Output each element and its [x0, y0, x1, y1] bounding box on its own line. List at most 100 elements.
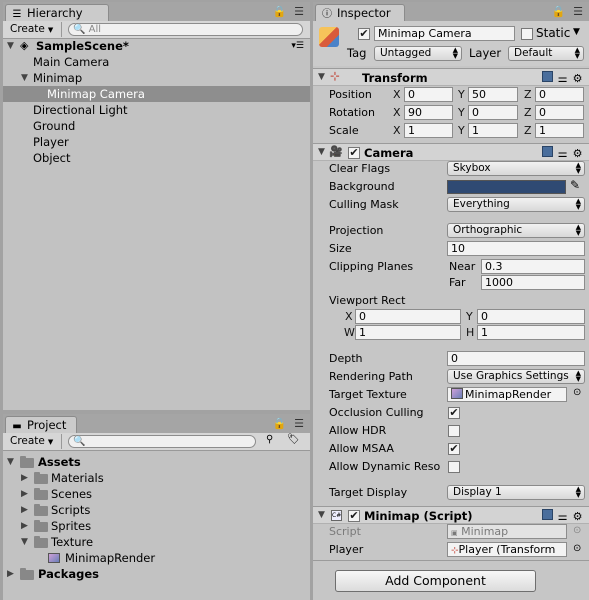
target-display-dropdown[interactable]: Display 1 ▲ ▼ [447, 485, 585, 500]
viewport-w-field[interactable]: 1 [355, 325, 461, 340]
occlusion-culling-checkbox[interactable]: ✔ [448, 407, 460, 419]
size-field[interactable]: 10 [447, 241, 585, 256]
scale-z-field[interactable]: 1 [535, 123, 584, 138]
camera-enabled-checkbox[interactable]: ✔ [348, 147, 360, 159]
lock-icon[interactable]: 🔒 [273, 5, 289, 18]
hierarchy-item[interactable]: Player [3, 134, 310, 150]
hierarchy-item[interactable]: ▼ Minimap [3, 70, 310, 86]
lock-icon[interactable]: 🔒 [552, 5, 568, 18]
collapse-triangle-icon[interactable]: ▶ [7, 566, 14, 582]
help-book-icon[interactable] [540, 509, 555, 523]
scale-x-field[interactable]: 1 [404, 123, 453, 138]
settings-gear-icon[interactable]: ⚙ [570, 510, 585, 523]
background-color-swatch[interactable] [447, 180, 566, 194]
static-dropdown-arrow-icon[interactable]: ▼ [573, 27, 580, 37]
tab-project[interactable]: ▬ Project [5, 416, 77, 433]
layer-dropdown[interactable]: Default ▲ ▼ [508, 46, 584, 61]
expand-triangle-icon[interactable]: ▼ [21, 70, 28, 86]
depth-field[interactable]: 0 [447, 351, 585, 366]
scale-y-field[interactable]: 1 [468, 123, 518, 138]
object-name-field[interactable]: Minimap Camera [374, 26, 515, 41]
hierarchy-create-button[interactable]: Create ▼ [6, 22, 62, 37]
collapse-triangle-icon[interactable]: ▶ [21, 486, 28, 502]
settings-gear-icon[interactable]: ⚙ [570, 147, 585, 160]
tab-hierarchy[interactable]: ☰ Hierarchy [5, 4, 109, 21]
player-field[interactable]: ⊹Player (Transform [447, 542, 567, 557]
project-search-input[interactable]: 🔍 [68, 435, 256, 448]
hierarchy-search-input[interactable]: 🔍 All [68, 23, 303, 36]
camera-header[interactable]: ▼ 🎥 ✔ Camera ⚌ ⚙ [313, 143, 589, 161]
hierarchy-item[interactable]: Object [3, 150, 310, 166]
object-picker-icon[interactable]: ⊙ [573, 543, 581, 554]
panel-menu-icon[interactable]: ☰ [294, 417, 306, 430]
collapse-triangle-icon[interactable]: ▶ [21, 518, 28, 534]
project-folder-assets[interactable]: ▼ Assets [3, 454, 310, 470]
settings-gear-icon[interactable]: ⚙ [570, 72, 585, 85]
filter-by-type-icon[interactable]: ⚲ [266, 434, 273, 445]
static-checkbox[interactable] [521, 28, 533, 40]
tab-inspector[interactable]: ⓘ Inspector [315, 4, 405, 21]
lock-icon[interactable]: 🔒 [273, 417, 289, 430]
target-texture-field[interactable]: MinimapRender [447, 387, 567, 402]
inspector-window-controls[interactable]: 🔒 ☰ [552, 5, 585, 18]
near-field[interactable]: 0.3 [481, 259, 585, 274]
rendering-path-dropdown[interactable]: Use Graphics Settings ▲ ▼ [447, 369, 585, 384]
position-z-field[interactable]: 0 [535, 87, 584, 102]
far-field[interactable]: 1000 [481, 275, 585, 290]
hierarchy-item[interactable]: Main Camera [3, 54, 310, 70]
panel-menu-icon[interactable]: ☰ [573, 5, 585, 18]
scene-row[interactable]: ▼ ◈ SampleScene* ▾☰ [3, 38, 310, 54]
panel-menu-icon[interactable]: ☰ [294, 5, 306, 18]
project-asset[interactable]: MinimapRender [3, 550, 310, 566]
presets-icon[interactable]: ⚌ [555, 510, 570, 523]
help-book-icon[interactable] [540, 71, 555, 85]
viewport-h-field[interactable]: 1 [477, 325, 585, 340]
rotation-x-field[interactable]: 90 [404, 105, 453, 120]
project-window-controls[interactable]: 🔒 ☰ [273, 417, 306, 430]
minimap-enabled-checkbox[interactable]: ✔ [348, 510, 360, 522]
expand-triangle-icon[interactable]: ▼ [318, 72, 325, 82]
hierarchy-window-controls[interactable]: 🔒 ☰ [273, 5, 306, 18]
object-picker-icon[interactable]: ⊙ [573, 387, 581, 398]
expand-triangle-icon[interactable]: ▼ [21, 534, 28, 550]
project-folder-packages[interactable]: ▶ Packages [3, 566, 310, 582]
project-folder[interactable]: ▶ Scenes [3, 486, 310, 502]
presets-icon[interactable]: ⚌ [555, 147, 570, 160]
active-checkbox[interactable]: ✔ [358, 28, 370, 40]
scene-menu-icon[interactable]: ▾☰ [291, 38, 304, 54]
project-create-button[interactable]: Create ▼ [6, 434, 62, 449]
transform-header[interactable]: ▼ ⊹ Transform ⚌ ⚙ [313, 68, 589, 86]
viewport-x-field[interactable]: 0 [355, 309, 461, 324]
add-component-button[interactable]: Add Component [335, 570, 536, 592]
viewport-y-field[interactable]: 0 [477, 309, 585, 324]
rotation-y-field[interactable]: 0 [468, 105, 518, 120]
allow-msaa-checkbox[interactable]: ✔ [448, 443, 460, 455]
rotation-z-field[interactable]: 0 [535, 105, 584, 120]
project-folder[interactable]: ▼ Texture [3, 534, 310, 550]
expand-triangle-icon[interactable]: ▼ [318, 510, 325, 520]
hierarchy-item[interactable]: Ground [3, 118, 310, 134]
tag-dropdown[interactable]: Untagged ▲ ▼ [374, 46, 462, 61]
allow-dynamic-resolution-checkbox[interactable] [448, 461, 460, 473]
help-book-icon[interactable] [540, 146, 555, 160]
filter-by-label-icon[interactable]: 🏷 [287, 434, 300, 445]
project-folder[interactable]: ▶ Scripts [3, 502, 310, 518]
position-x-field[interactable]: 0 [404, 87, 453, 102]
collapse-triangle-icon[interactable]: ▶ [21, 502, 28, 518]
collapse-triangle-icon[interactable]: ▶ [21, 470, 28, 486]
hierarchy-item-selected[interactable]: Minimap Camera [3, 86, 310, 102]
minimap-script-header[interactable]: ▼ C# ✔ Minimap (Script) ⚌ ⚙ [313, 506, 589, 524]
eyedropper-icon[interactable]: ✎ [570, 178, 580, 192]
expand-triangle-icon[interactable]: ▼ [7, 454, 14, 470]
presets-icon[interactable]: ⚌ [555, 72, 570, 85]
culling-mask-dropdown[interactable]: Everything ▲ ▼ [447, 197, 585, 212]
project-folder[interactable]: ▶ Sprites [3, 518, 310, 534]
clear-flags-dropdown[interactable]: Skybox ▲ ▼ [447, 161, 585, 176]
hierarchy-item[interactable]: Directional Light [3, 102, 310, 118]
projection-dropdown[interactable]: Orthographic ▲ ▼ [447, 223, 585, 238]
position-y-field[interactable]: 50 [468, 87, 518, 102]
expand-triangle-icon[interactable]: ▼ [7, 38, 14, 54]
project-folder[interactable]: ▶ Materials [3, 470, 310, 486]
allow-hdr-checkbox[interactable] [448, 425, 460, 437]
expand-triangle-icon[interactable]: ▼ [318, 147, 325, 157]
